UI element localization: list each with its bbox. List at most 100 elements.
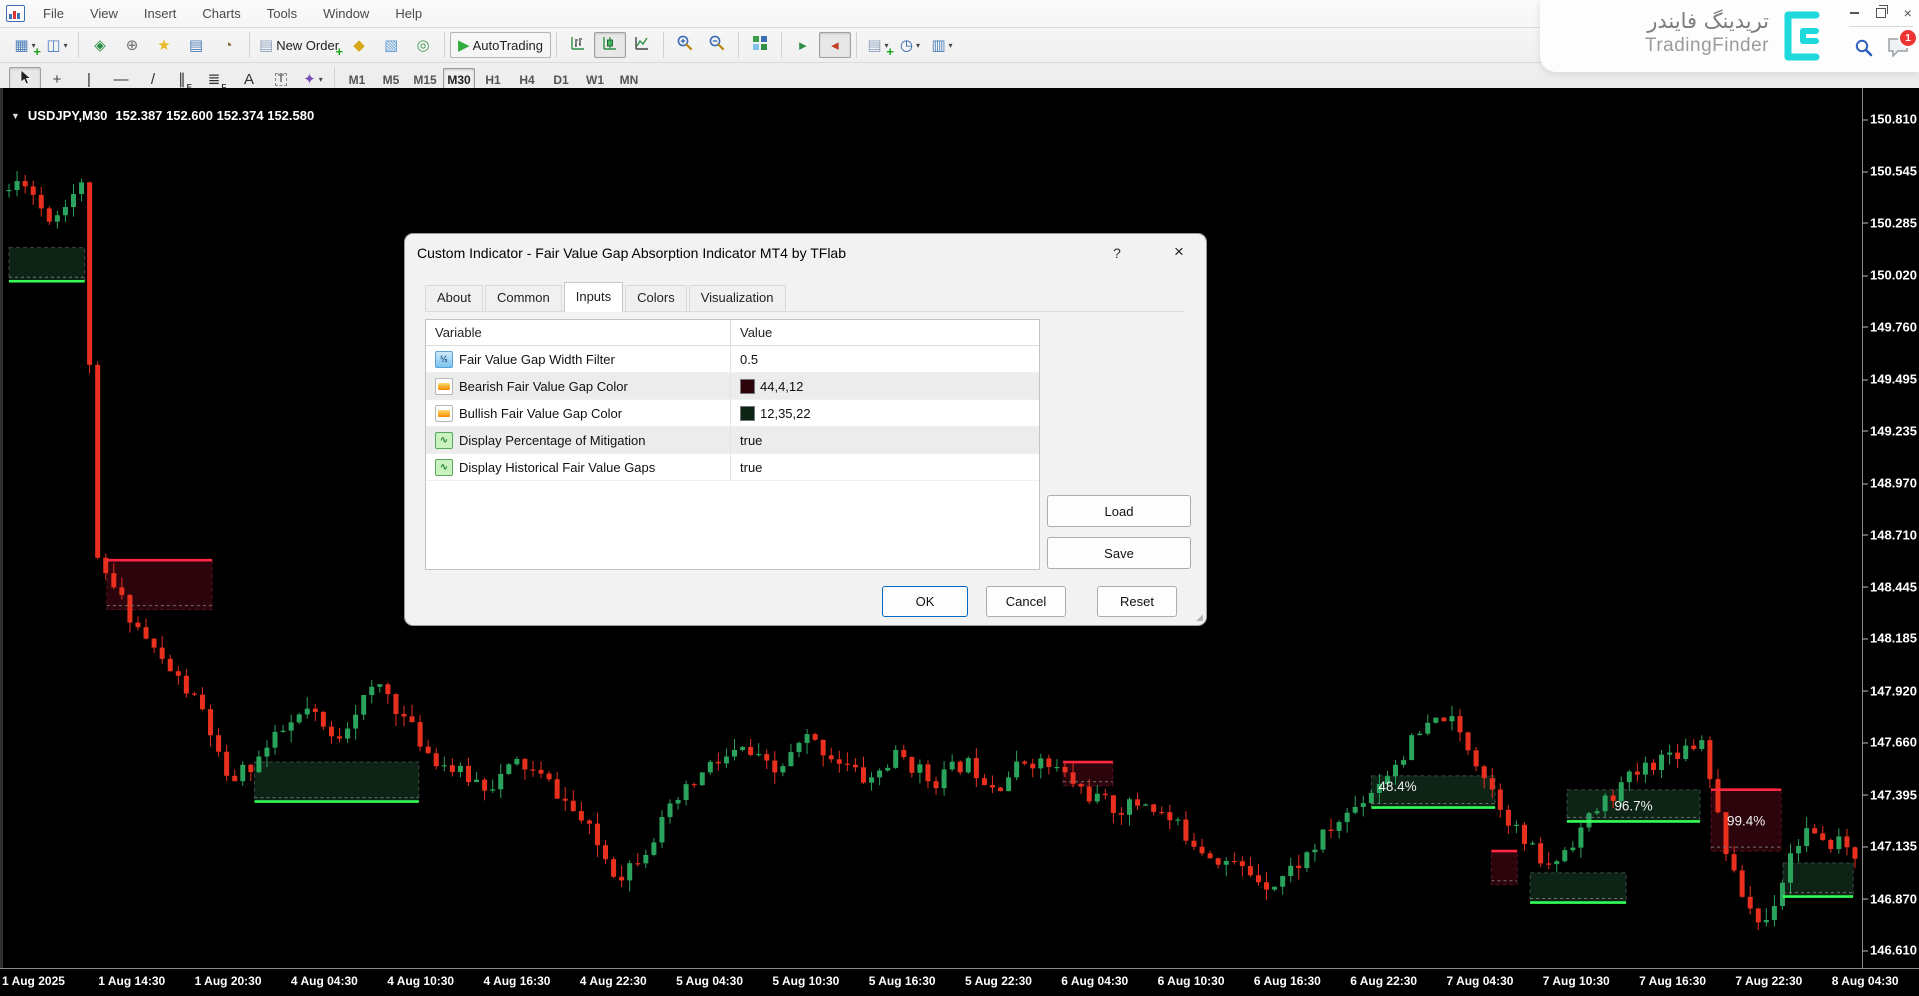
bearish-fvg-box[interactable] — [1491, 851, 1517, 885]
new-chart-icon: ▦ — [14, 38, 28, 53]
auto-scroll-icon[interactable]: ◂ — [819, 32, 851, 58]
restore-button[interactable] — [1876, 6, 1887, 20]
chat-icon[interactable]: 1 — [1887, 36, 1911, 63]
new-order-button[interactable]: ▤+New Order — [255, 32, 343, 58]
value-cell[interactable]: true — [730, 427, 1039, 453]
templates-icon[interactable]: ▥▾ — [926, 32, 958, 58]
strategy-tester-icon[interactable]: ◔ — [212, 32, 244, 58]
table-row[interactable]: ∿Display Percentage of Mitigationtrue — [426, 427, 1039, 454]
data-window-icon[interactable]: ▤ — [180, 32, 212, 58]
table-row[interactable]: Bullish Fair Value Gap Color 12,35,22 — [426, 400, 1039, 427]
bar-chart-mode-icon[interactable] — [562, 32, 594, 58]
dialog-close-icon[interactable]: × — [1162, 240, 1196, 266]
menu-item-view[interactable]: View — [78, 2, 130, 25]
mql5-community-icon: ▧ — [384, 38, 398, 53]
autotrading-button[interactable]: ▶AutoTrading — [450, 32, 551, 58]
cancel-button[interactable]: Cancel — [986, 586, 1066, 617]
zoom-out-icon[interactable] — [701, 32, 733, 58]
time-tick: 8 Aug 04:30 — [1832, 974, 1899, 988]
favorites-icon[interactable]: ★ — [148, 32, 180, 58]
symbol-bar[interactable]: ▼ USDJPY,M30 152.387 152.600 152.374 152… — [11, 108, 314, 123]
ok-button[interactable]: OK — [882, 586, 968, 617]
menu-item-file[interactable]: File — [31, 2, 76, 25]
value-cell[interactable]: 44,4,12 — [730, 373, 1039, 399]
indicators-icon[interactable]: ▤+▾ — [862, 32, 894, 58]
menu-item-insert[interactable]: Insert — [132, 2, 189, 25]
minimize-button[interactable] — [1849, 6, 1860, 20]
caret-down-icon[interactable]: ▾ — [949, 41, 953, 50]
close-button[interactable]: × — [1902, 6, 1913, 20]
time-tick: 7 Aug 16:30 — [1639, 974, 1706, 988]
value-cell[interactable]: 12,35,22 — [730, 400, 1039, 426]
depth-of-market-icon[interactable]: ◆ — [343, 32, 375, 58]
save-button[interactable]: Save — [1047, 537, 1191, 569]
tab-colors[interactable]: Colors — [625, 285, 687, 311]
value-cell[interactable]: 0.5 — [730, 346, 1039, 372]
table-row[interactable]: ∿Display Historical Fair Value Gapstrue — [426, 454, 1039, 481]
zoom-in-icon[interactable] — [669, 32, 701, 58]
tab-common[interactable]: Common — [485, 285, 562, 311]
load-button[interactable]: Load — [1047, 495, 1191, 527]
chevron-down-icon[interactable]: ▼ — [11, 111, 20, 121]
value-cell[interactable]: true — [730, 454, 1039, 480]
color-input-icon — [435, 405, 453, 422]
mql5-community-icon[interactable]: ▧ — [375, 32, 407, 58]
menu-item-window[interactable]: Window — [311, 2, 381, 25]
shift-end-icon[interactable]: ▸ — [787, 32, 819, 58]
price-tick: 147.395 — [1870, 787, 1917, 802]
text-label-icon: T — [275, 73, 288, 86]
mitigation-percentage-label: 99.4% — [1727, 813, 1765, 828]
bearish-fvg-box[interactable] — [107, 560, 212, 609]
sounds-icon[interactable]: ◎ — [407, 32, 439, 58]
value-text: 0.5 — [740, 352, 758, 367]
symbols-icon[interactable]: ◈ — [84, 32, 116, 58]
tab-inputs[interactable]: Inputs — [564, 282, 623, 312]
time-axis[interactable]: 1 Aug 20251 Aug 14:301 Aug 20:304 Aug 04… — [0, 968, 1919, 996]
variable-label: Fair Value Gap Width Filter — [459, 352, 615, 367]
time-tick: 5 Aug 04:30 — [676, 974, 743, 988]
value-text: true — [740, 433, 762, 448]
menu-item-charts[interactable]: Charts — [190, 2, 252, 25]
toolbar-group-2: ▤+New Order◆ ▧ ◎ — [250, 32, 445, 58]
candlestick-mode-icon[interactable] — [594, 32, 626, 58]
brand-name-english: TradingFinder — [1645, 34, 1769, 58]
boolean-input-icon: ∿ — [435, 432, 453, 449]
menu-item-tools[interactable]: Tools — [255, 2, 309, 25]
new-chart-icon[interactable]: ▦+▾ — [9, 32, 41, 58]
variable-cell: ½Fair Value Gap Width Filter — [426, 351, 730, 368]
search-icon[interactable] — [1854, 38, 1873, 62]
table-row[interactable]: ½Fair Value Gap Width Filter 0.5 — [426, 346, 1039, 373]
value-text: 12,35,22 — [760, 406, 811, 421]
toolbar-group-5 — [664, 32, 739, 58]
window-controls: × — [1849, 6, 1913, 27]
plus-overlay-icon: + — [33, 44, 41, 59]
menu-item-help[interactable]: Help — [383, 2, 434, 25]
brand-card: تریدینگ فایندر TradingFinder × — [1540, 0, 1919, 72]
tab-about[interactable]: About — [425, 285, 483, 311]
fibonacci-retracement-icon: ≣ — [208, 72, 221, 87]
bullish-fvg-box[interactable] — [1783, 863, 1853, 897]
time-tick: 6 Aug 22:30 — [1350, 974, 1417, 988]
help-button[interactable]: ? — [1102, 240, 1132, 266]
navigator-icon[interactable]: ⊕ — [116, 32, 148, 58]
bullish-fvg-box[interactable] — [9, 248, 85, 282]
tile-windows-icon[interactable] — [744, 32, 776, 58]
profiles-icon: ◫ — [46, 38, 60, 53]
price-axis[interactable]: 150.810150.545150.285150.020149.760149.4… — [1862, 88, 1919, 968]
bullish-fvg-box[interactable] — [255, 762, 419, 802]
line-chart-mode-icon — [634, 35, 650, 56]
time-tick: 6 Aug 10:30 — [1158, 974, 1225, 988]
periods-icon[interactable]: ◷▾ — [894, 32, 926, 58]
profiles-icon[interactable]: ◫▾ — [41, 32, 73, 58]
shift-end-icon: ▸ — [799, 38, 807, 53]
table-row[interactable]: Bearish Fair Value Gap Color44,4,12 — [426, 373, 1039, 400]
tab-visualization[interactable]: Visualization — [689, 285, 786, 311]
column-header-value: Value — [730, 320, 1039, 345]
resize-grip[interactable]: ◢ — [1196, 612, 1203, 623]
line-chart-mode-icon[interactable] — [626, 32, 658, 58]
caret-down-icon[interactable]: ▾ — [319, 75, 323, 84]
caret-down-icon[interactable]: ▾ — [64, 41, 68, 50]
variable-cell: Bullish Fair Value Gap Color — [426, 405, 730, 422]
caret-down-icon[interactable]: ▾ — [916, 41, 920, 50]
reset-button[interactable]: Reset — [1097, 586, 1177, 617]
